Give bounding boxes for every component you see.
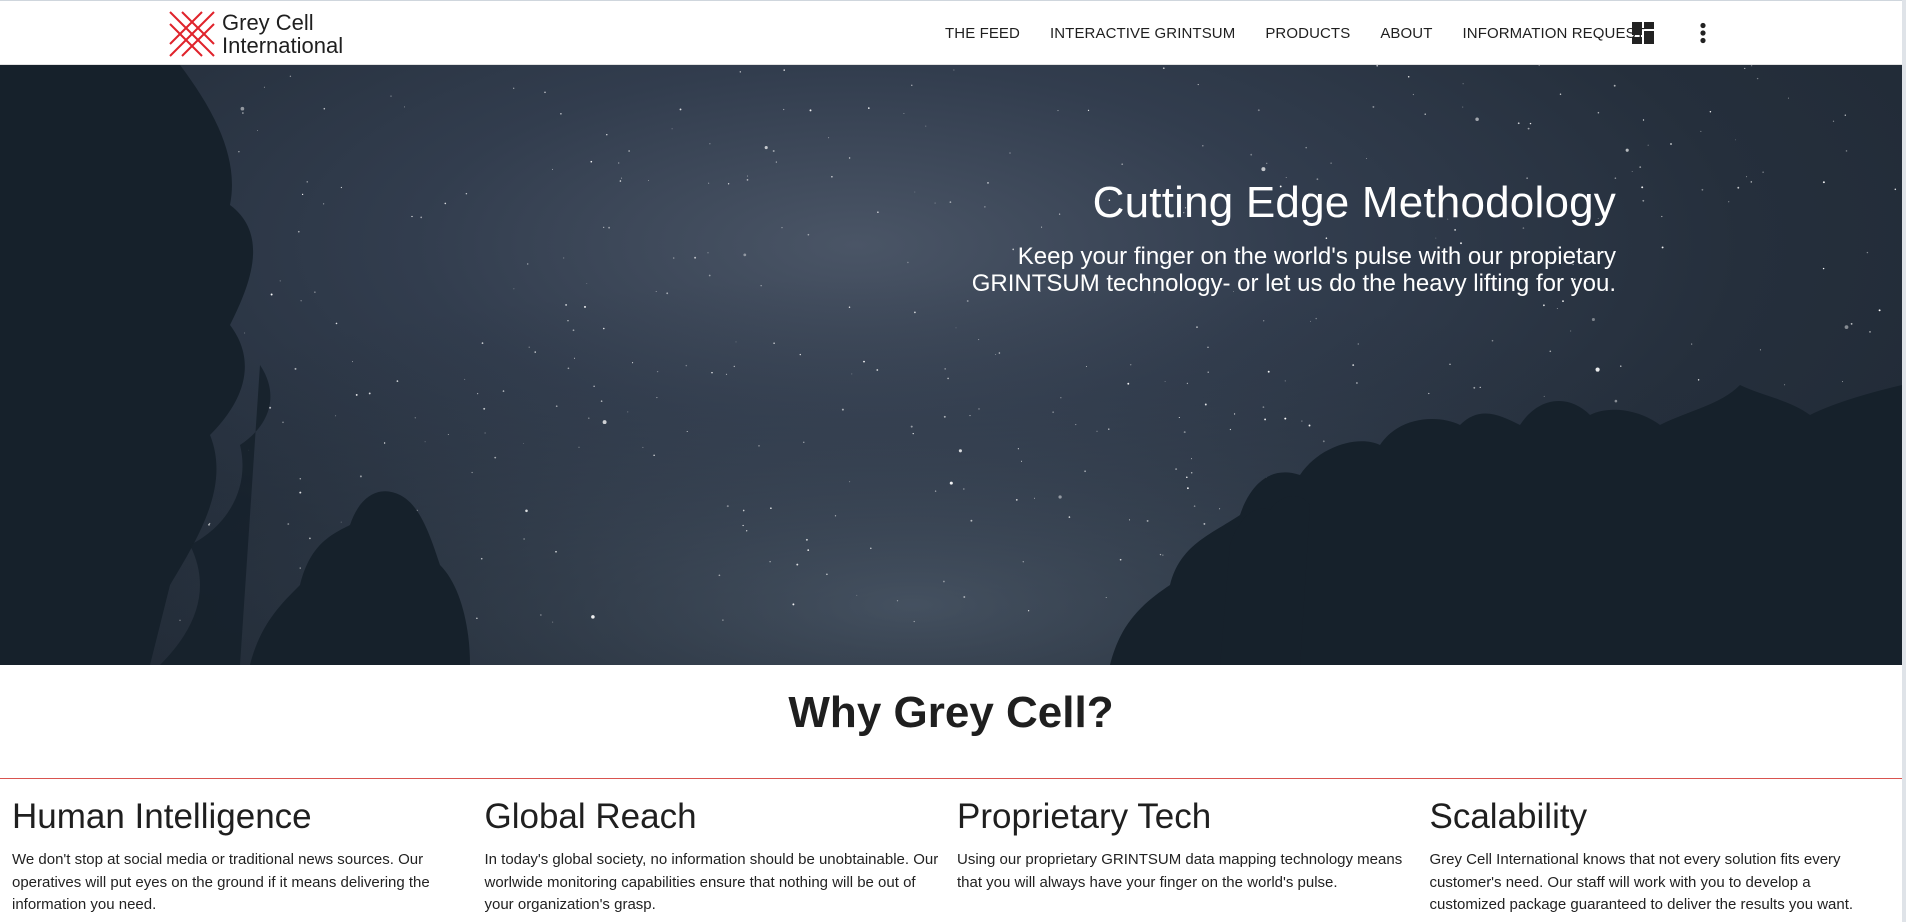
feature-title: Global Reach: [484, 797, 697, 836]
nav-the-feed[interactable]: THE FEED: [945, 25, 1020, 42]
feature-global-reach: Global Reach In today's global society, …: [485, 795, 958, 917]
why-section-title: Why Grey Cell?: [788, 688, 1114, 737]
feature-title: Proprietary Tech: [957, 797, 1212, 836]
hero-title: Cutting Edge Methodology: [1092, 178, 1616, 227]
hero-copy: Cutting Edge Methodology Keep your finge…: [916, 177, 1616, 297]
night-sky-trees-image: [0, 65, 1902, 665]
brand-name: Grey Cell International: [222, 11, 343, 57]
nav-products[interactable]: PRODUCTS: [1265, 25, 1350, 42]
nav-about[interactable]: ABOUT: [1380, 25, 1432, 42]
section-divider: [0, 778, 1902, 779]
nav-interactive-grintsum[interactable]: INTERACTIVE GRINTSUM: [1050, 25, 1235, 42]
grey-cell-lattice-logo-icon: [169, 11, 215, 57]
brand-name-line2: International: [222, 33, 344, 58]
feature-scalability: Scalability Grey Cell International know…: [1430, 795, 1903, 917]
nav-information-request[interactable]: INFORMATION REQUEST: [1463, 25, 1645, 42]
features-row: Human Intelligence We don't stop at soci…: [12, 795, 1902, 917]
feature-title: Human Intelligence: [12, 797, 312, 836]
feature-text: We don't stop at social media or traditi…: [12, 851, 430, 913]
dashboard-icon[interactable]: [1629, 19, 1657, 47]
hero-subtitle-line2: GRINTSUM technology- or let us do the he…: [971, 270, 1616, 297]
brand-name-line1: Grey Cell: [222, 10, 314, 35]
feature-text: In today's global society, no informatio…: [484, 851, 939, 913]
main-nav: THE FEED INTERACTIVE GRINTSUM PRODUCTS A…: [945, 1, 1645, 66]
hero-subtitle-line1: Keep your finger on the world's pulse wi…: [1017, 243, 1616, 270]
brand-logo-link[interactable]: Grey Cell International: [168, 10, 343, 58]
feature-title: Scalability: [1429, 797, 1588, 836]
top-app-bar: Grey Cell International THE FEED INTERAC…: [0, 0, 1902, 65]
feature-text: Using our proprietary GRINTSUM data mapp…: [957, 851, 1403, 891]
hero-subtitle: Keep your finger on the world's pulse wi…: [916, 243, 1616, 297]
window-edge: [1902, 0, 1906, 922]
page: Grey Cell International THE FEED INTERAC…: [0, 0, 1906, 922]
hero-banner: Cutting Edge Methodology Keep your finge…: [0, 65, 1902, 665]
feature-text: Grey Cell International knows that not e…: [1429, 851, 1854, 913]
more-vertical-icon[interactable]: [1689, 19, 1717, 47]
feature-proprietary-tech: Proprietary Tech Using our proprietary G…: [957, 795, 1430, 917]
feature-human-intelligence: Human Intelligence We don't stop at soci…: [12, 795, 485, 917]
